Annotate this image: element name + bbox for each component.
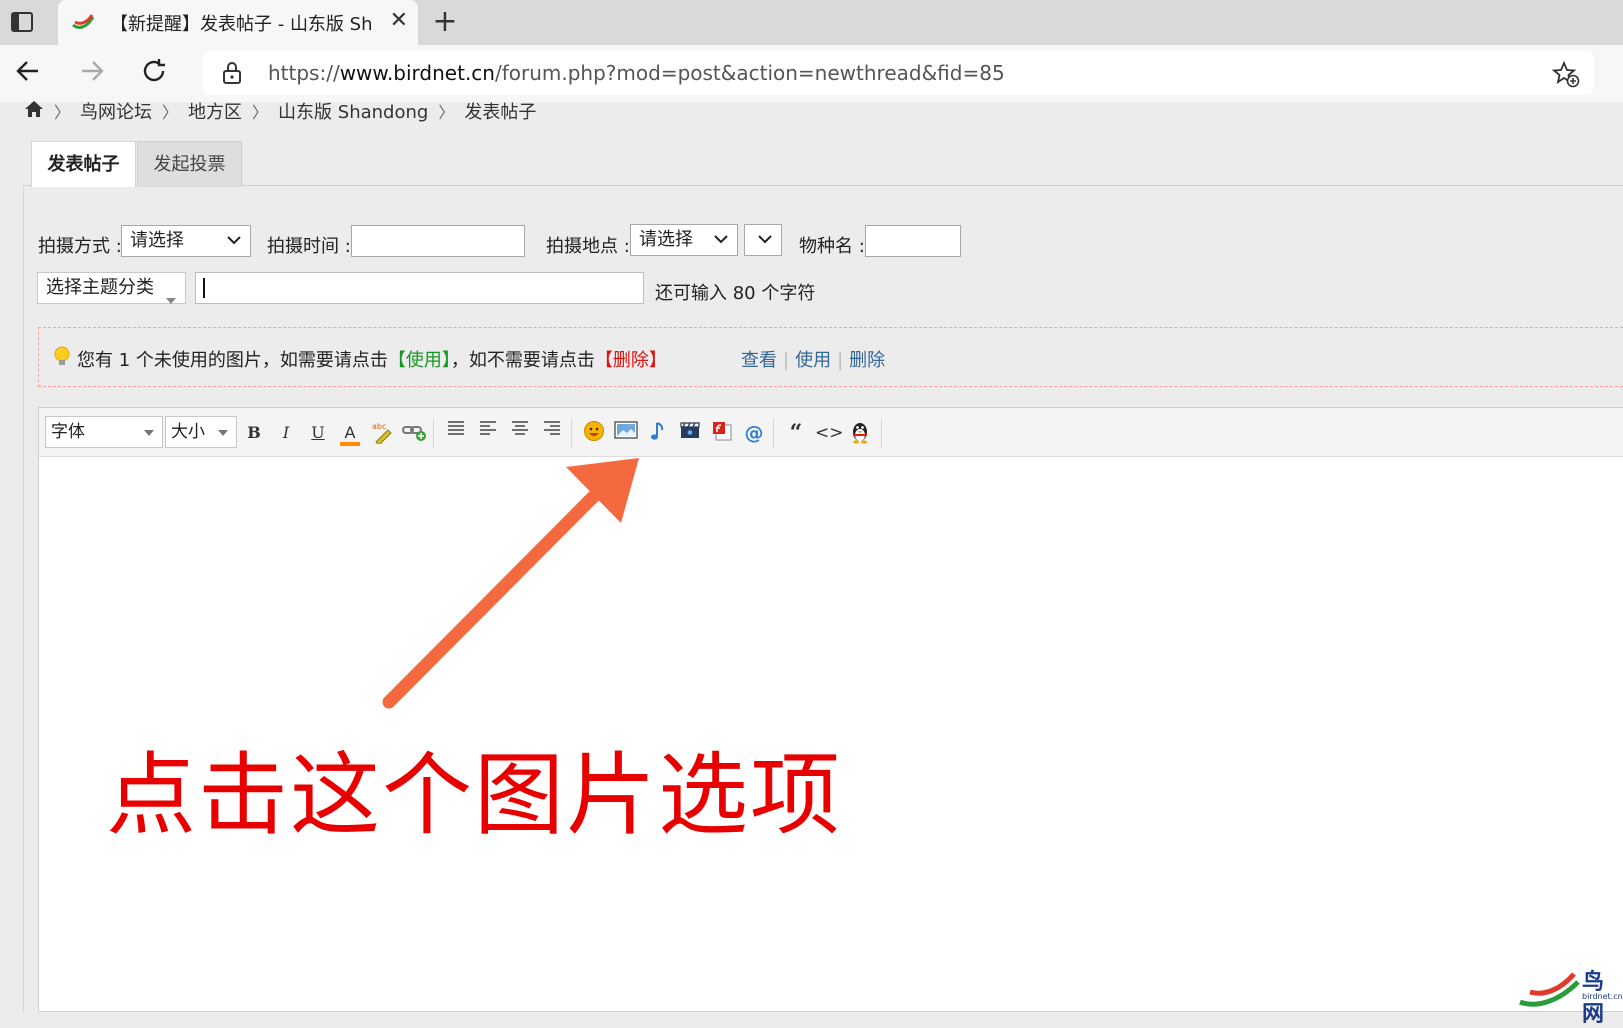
notice-delete-link[interactable]: 【删除】 — [595, 350, 667, 371]
text-color-icon[interactable]: A — [337, 420, 363, 446]
chevron-down-icon — [757, 229, 773, 259]
notice-use-link[interactable]: 【使用】 — [388, 350, 451, 371]
at-mention-icon[interactable]: @ — [741, 420, 767, 446]
music-note-icon[interactable] — [645, 420, 671, 446]
notice-actions: 查看 | 使用 | 删除 — [741, 346, 885, 372]
url-field[interactable]: https://www.birdnet.cn/forum.php?mod=pos… — [202, 51, 1594, 95]
triangle-down-icon — [144, 430, 154, 436]
triangle-down-icon — [218, 430, 228, 436]
editor-toolbar: 字体 大小 B I U A abc @ “ <> — [39, 408, 1623, 457]
qq-penguin-icon[interactable] — [847, 420, 873, 446]
post-editor: 字体 大小 B I U A abc @ “ <> — [38, 407, 1623, 1012]
breadcrumb-separator-icon: 〉 — [438, 103, 455, 122]
text-caret — [203, 278, 205, 298]
highlight-icon[interactable]: abc — [369, 420, 395, 446]
toolbar-divider — [773, 418, 774, 448]
back-icon[interactable] — [12, 57, 44, 89]
image-icon[interactable] — [613, 420, 639, 446]
browser-tab[interactable]: 【新提醒】发表帖子 - 山东版 Sh ✕ — [58, 0, 418, 45]
lock-icon[interactable] — [222, 61, 242, 89]
shoot-method-value: 请选择 — [130, 230, 184, 251]
tab-title: 【新提醒】发表帖子 - 山东版 Sh — [110, 14, 373, 35]
toolbar-divider — [881, 418, 882, 448]
breadcrumb-separator-icon: 〉 — [162, 103, 179, 122]
align-center-icon[interactable] — [507, 420, 533, 446]
delete-link[interactable]: 删除 — [849, 350, 885, 371]
shoot-place-value: 请选择 — [639, 229, 693, 250]
align-right-icon[interactable] — [539, 420, 565, 446]
font-size-select[interactable]: 大小 — [165, 416, 237, 448]
new-tab-icon[interactable]: + — [430, 4, 460, 39]
breadcrumb-current: 发表帖子 — [464, 102, 537, 123]
align-left-icon[interactable] — [475, 420, 501, 446]
home-icon[interactable] — [24, 100, 44, 123]
code-icon[interactable]: <> — [815, 420, 844, 446]
shoot-method-label: 拍摄方式 : — [38, 236, 122, 257]
shoot-method-select[interactable]: 请选择 — [121, 225, 251, 257]
site-favicon-icon — [72, 13, 95, 35]
smiley-icon[interactable] — [581, 420, 607, 446]
refresh-icon[interactable] — [138, 57, 170, 89]
shoot-place-select[interactable]: 请选择 — [630, 224, 738, 256]
use-link[interactable]: 使用 — [795, 350, 831, 371]
shoot-time-label: 拍摄时间 : — [267, 236, 351, 257]
view-link[interactable]: 查看 — [741, 350, 777, 371]
add-favorite-icon[interactable] — [1551, 60, 1580, 92]
breadcrumb-region[interactable]: 地方区 — [188, 98, 242, 124]
category-select[interactable]: 选择主题分类 — [37, 272, 186, 304]
breadcrumb-board[interactable]: 山东版 Shandong — [278, 98, 428, 124]
triangle-down-icon — [165, 285, 177, 315]
quote-icon[interactable]: “ — [783, 420, 809, 446]
color-bar — [340, 442, 360, 446]
breadcrumb: 〉 鸟网论坛 〉 地方区 〉 山东版 Shandong 〉 发表帖子 — [24, 98, 537, 124]
shoot-time-input[interactable] — [351, 225, 525, 257]
subject-input[interactable] — [195, 272, 644, 304]
bold-icon[interactable]: B — [241, 420, 267, 446]
chevron-down-icon — [226, 230, 242, 260]
video-icon[interactable] — [677, 420, 703, 446]
post-type-tabs: 发表帖子 发起投票 — [23, 135, 1623, 187]
flash-icon[interactable] — [709, 420, 735, 446]
browser-tab-bar: 【新提醒】发表帖子 - 山东版 Sh ✕ + — [0, 0, 1623, 45]
svg-text:abc: abc — [372, 422, 386, 431]
font-family-value: 字体 — [51, 422, 85, 442]
divider: | — [783, 350, 790, 371]
category-value: 选择主题分类 — [46, 277, 154, 298]
url-text: https://www.birdnet.cn/forum.php?mod=pos… — [268, 61, 1005, 85]
tab-close-icon[interactable]: ✕ — [390, 8, 408, 33]
notice-text: 您有 1 个未使用的图片，如需要请点击【使用】，如不需要请点击【删除】 — [77, 346, 667, 372]
shoot-place-label: 拍摄地点 : — [546, 236, 630, 257]
species-label: 物种名 : — [799, 236, 865, 257]
lightbulb-icon — [53, 346, 71, 372]
notice-part1: 您有 1 个未使用的图片，如需要请点击 — [77, 350, 388, 371]
sidebar-toggle-icon[interactable] — [10, 10, 34, 34]
toolbar-divider — [433, 418, 434, 448]
watermark-subtext: birdnet.cn — [1582, 992, 1623, 1001]
content-divider — [23, 185, 24, 1012]
breadcrumb-forum[interactable]: 鸟网论坛 — [80, 98, 152, 124]
birdnet-watermark: 鸟网 birdnet.cn — [1518, 962, 1623, 1027]
remaining-chars-text: 还可输入 80 个字符 — [655, 283, 816, 304]
forward-icon[interactable] — [76, 57, 108, 89]
text-color-letter: A — [344, 423, 356, 442]
tab-new-poll[interactable]: 发起投票 — [137, 141, 242, 187]
link-icon[interactable] — [401, 420, 427, 446]
italic-icon[interactable]: I — [273, 420, 299, 446]
species-input[interactable] — [865, 225, 961, 257]
underline-icon[interactable]: U — [305, 420, 331, 446]
divider: | — [837, 350, 844, 371]
address-bar-row: https://www.birdnet.cn/forum.php?mod=pos… — [0, 45, 1623, 102]
font-size-value: 大小 — [171, 422, 205, 442]
font-family-select[interactable]: 字体 — [45, 416, 163, 448]
breadcrumb-separator-icon: 〉 — [54, 103, 71, 122]
chevron-down-icon — [713, 229, 729, 259]
notice-part2: ，如不需要请点击 — [450, 350, 595, 371]
unused-image-notice: 您有 1 个未使用的图片，如需要请点击【使用】，如不需要请点击【删除】 查看 | 使… — [38, 327, 1623, 387]
breadcrumb-separator-icon: 〉 — [252, 103, 269, 122]
align-justify-icon[interactable] — [443, 420, 469, 446]
callout-text: 点击这个图片选项 — [106, 743, 842, 848]
toolbar-divider — [571, 418, 572, 448]
tab-new-post[interactable]: 发表帖子 — [31, 141, 136, 187]
shoot-place-sub-select[interactable] — [744, 224, 782, 256]
